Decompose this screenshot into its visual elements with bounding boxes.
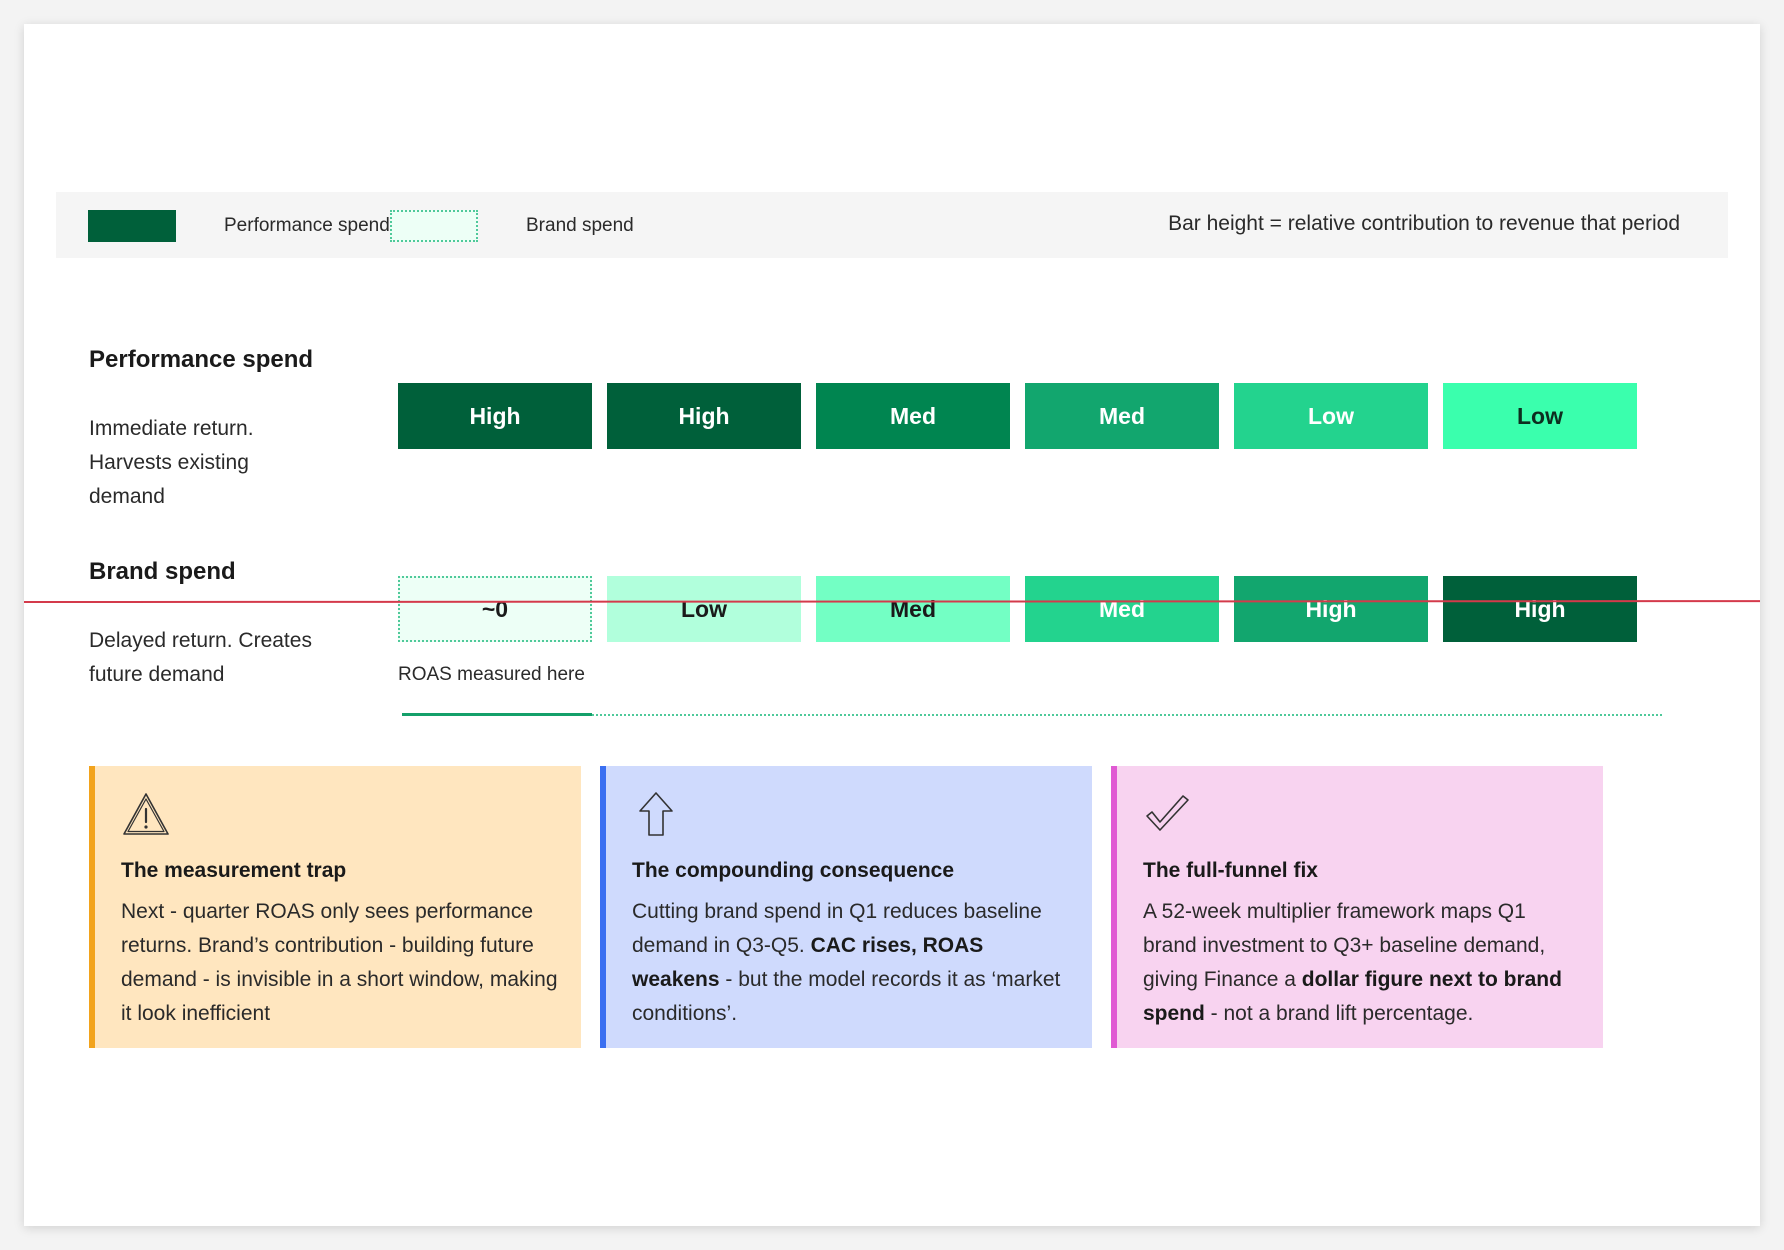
performance-cell-5: Low	[1234, 383, 1428, 449]
callout-body: A 52-week multiplier framework maps Q1 b…	[1143, 895, 1581, 1031]
performance-cell-6: Low	[1443, 383, 1637, 449]
timeline-measured-segment	[402, 713, 592, 716]
brand-cell-6: High	[1443, 576, 1637, 642]
warning-icon	[123, 793, 169, 835]
brand-cell-3: Med	[816, 576, 1010, 642]
brand-cell-5: High	[1234, 576, 1428, 642]
legend-note: Bar height = relative contribution to re…	[1168, 212, 1680, 235]
brand-cell-1: ~0	[398, 576, 592, 642]
legend-swatch-brand	[390, 210, 478, 242]
callout-body: Cutting brand spend in Q1 reduces baseli…	[632, 895, 1070, 1031]
callout-title: The compounding consequence	[632, 859, 955, 882]
performance-cell-1: High	[398, 383, 592, 449]
callout-title: The measurement trap	[121, 859, 347, 882]
callout-body-run: - not a brand lift percentage.	[1204, 1002, 1474, 1025]
performance-cell-3: Med	[816, 383, 1010, 449]
callout-body: Next - quarter ROAS only sees performanc…	[121, 900, 558, 1025]
callout-measurement-trap: The measurement trap Next - quarter ROAS…	[89, 766, 581, 1048]
checkmark-icon	[1146, 795, 1189, 831]
performance-cell-2: High	[607, 383, 801, 449]
row-title-performance: Performance spend	[89, 346, 314, 373]
callout-compounding-consequence: The compounding consequence Cutting bran…	[600, 766, 1092, 1048]
row-desc-brand: Delayed return. Creates future demand	[89, 629, 312, 686]
brand-cell-2: Low	[607, 576, 801, 642]
legend-label-performance: Performance spend	[224, 215, 390, 236]
roas-note: ROAS measured here	[398, 664, 585, 685]
row-desc-performance: Immediate return. Harvests existing dema…	[89, 417, 254, 508]
arrow-up-icon	[639, 792, 673, 836]
legend-label-brand: Brand spend	[526, 215, 634, 236]
callout-title: The full-funnel fix	[1143, 859, 1318, 882]
timeline-unmeasured-segment	[592, 714, 1662, 716]
legend-swatch-performance	[88, 210, 176, 242]
legend-bar: Performance spend Brand spend Bar height…	[56, 192, 1728, 258]
brand-cell-4: Med	[1025, 576, 1219, 642]
diagram-card: Performance spend Brand spend Bar height…	[23, 24, 1761, 1226]
callout-full-funnel-fix: The full-funnel fix A 52-week multiplier…	[1111, 766, 1603, 1048]
performance-cell-4: Med	[1025, 383, 1219, 449]
row-title-brand: Brand spend	[89, 558, 236, 585]
